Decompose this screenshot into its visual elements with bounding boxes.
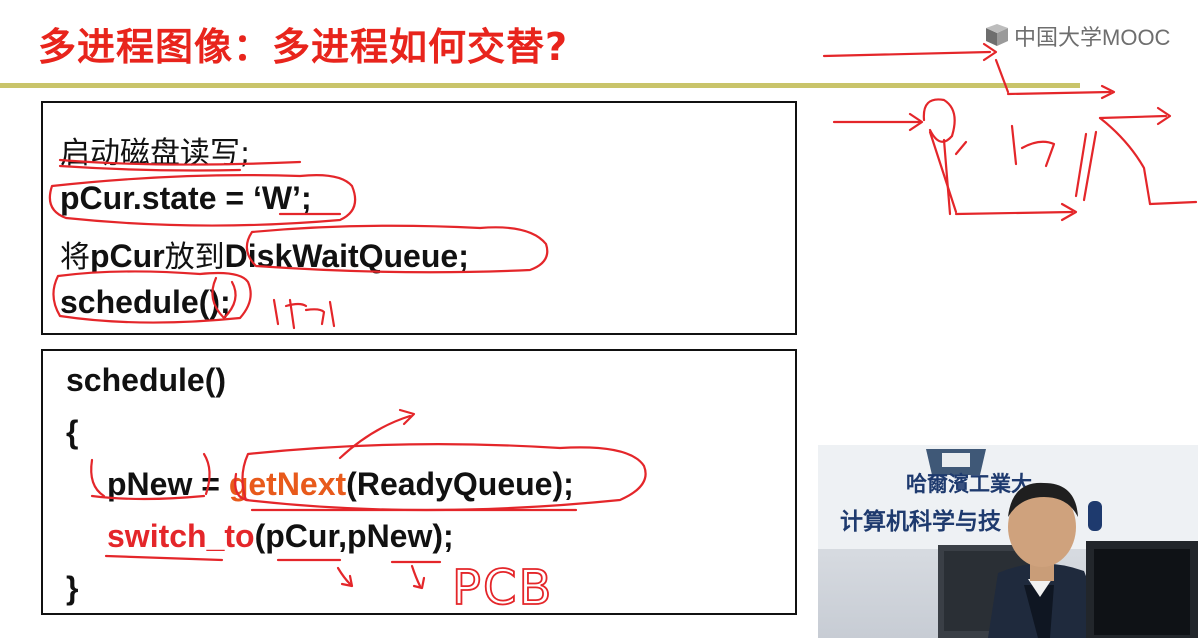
title-divider: [0, 83, 1080, 88]
lecturer-scene: 哈爾濱工業大 计算机科学与技: [818, 445, 1198, 638]
brand-text: 中国大学MOOC: [1014, 25, 1171, 50]
box2-line-open-brace: {: [66, 414, 79, 450]
banner-line-1: 哈爾濱工業大: [906, 471, 1032, 496]
lecturer-video: 哈爾濱工業大 计算机科学与技: [818, 445, 1198, 638]
box1-line-state: pCur.state = ‘W’;: [60, 180, 312, 216]
slide-title: 多进程图像：多进程如何交替?: [38, 25, 569, 69]
banner-line-2: 计算机科学与技: [840, 508, 1002, 535]
box1-line-queue: 将pCur放到DiskWaitQueue;: [60, 238, 469, 275]
box2-line-signature: schedule(): [66, 362, 227, 398]
mooc-logo-icon: [986, 24, 1008, 46]
box2-line-switch: switch_to(pCur,pNew);: [107, 518, 454, 554]
box1-line-start-disk: 启动磁盘读写;: [60, 136, 251, 171]
box2-line-getnext: pNew = getNext(ReadyQueue);: [107, 466, 574, 502]
box1-line-schedule: schedule();: [60, 284, 231, 320]
box2-line-close-brace: }: [66, 570, 79, 606]
mooc-brand: 中国大学MOOC: [984, 22, 1170, 50]
